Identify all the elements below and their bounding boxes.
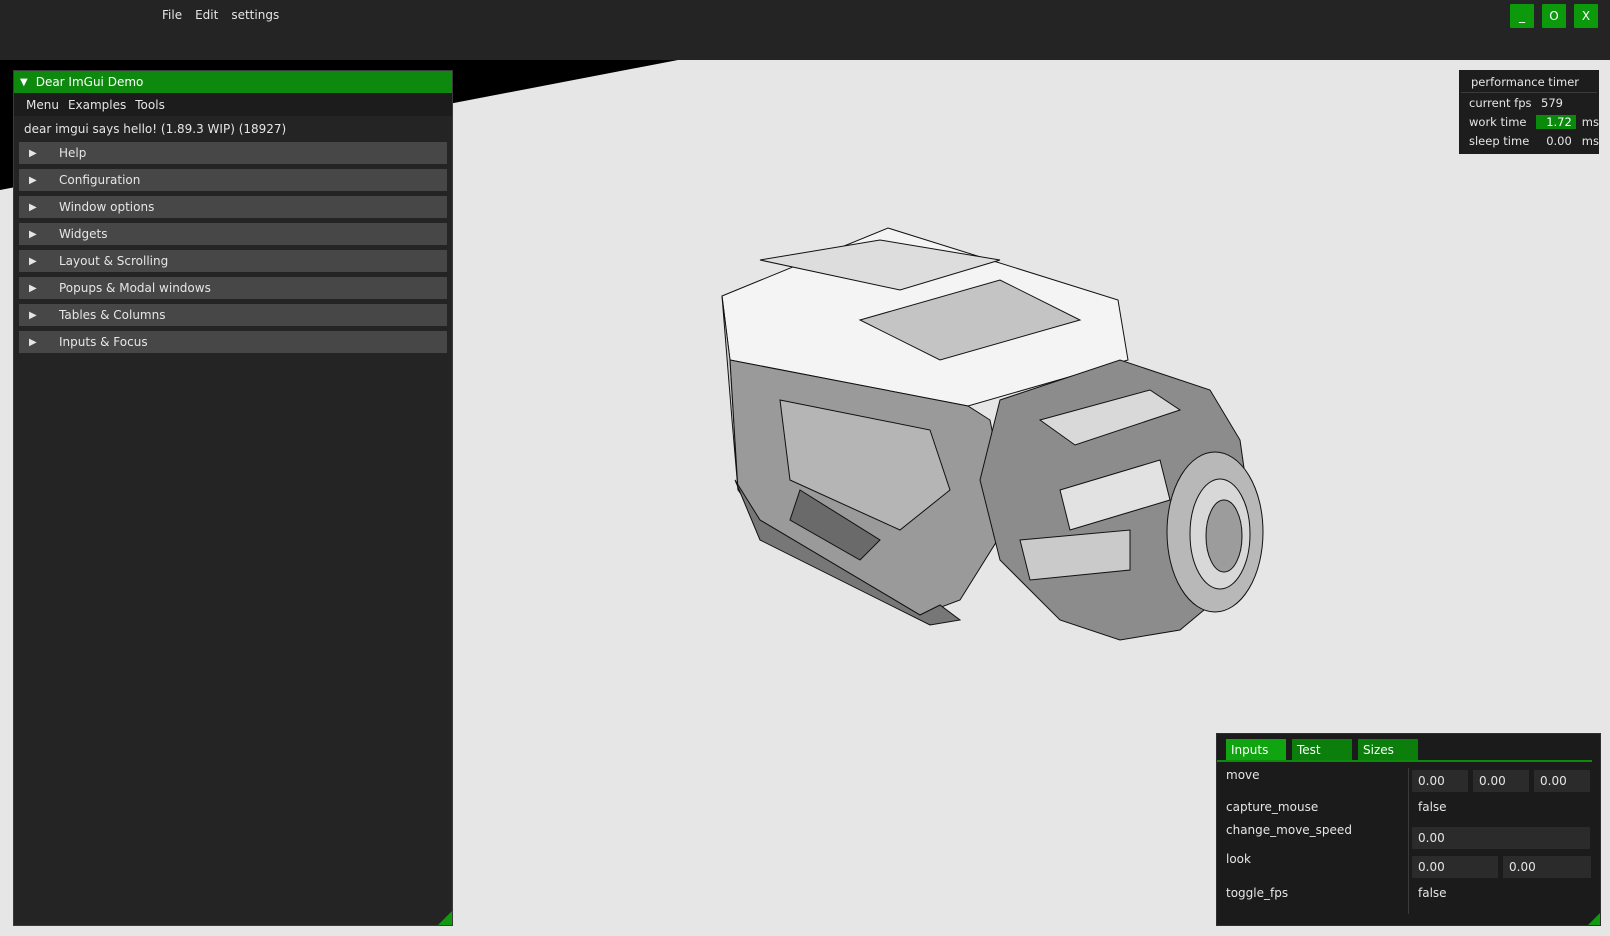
- toggle-fps-value[interactable]: false: [1412, 886, 1447, 900]
- demo-menu-bar: Menu Examples Tools: [14, 93, 452, 116]
- look-x-field[interactable]: 0.00: [1412, 856, 1498, 878]
- capture-mouse-row: capture_mouse false: [1226, 800, 1447, 814]
- sleep-time-unit: ms: [1581, 133, 1599, 148]
- resize-grip-icon[interactable]: [1588, 913, 1600, 925]
- look-row: look 0.00 0.00: [1226, 852, 1596, 878]
- sleep-time-value: 0.00: [1546, 133, 1572, 148]
- section-label: Inputs & Focus: [59, 335, 148, 349]
- section-inputs-focus[interactable]: ▶ Inputs & Focus: [19, 331, 447, 353]
- perf-title: performance timer: [1461, 70, 1597, 93]
- expand-arrow-icon: ▶: [29, 201, 37, 213]
- capture-mouse-label: capture_mouse: [1226, 800, 1319, 814]
- change-move-speed-row: change_move_speed 0.00: [1226, 823, 1595, 849]
- expand-arrow-icon: ▶: [29, 309, 37, 321]
- tab-test[interactable]: Test: [1292, 739, 1352, 760]
- section-label: Popups & Modal windows: [59, 281, 211, 295]
- menu-file[interactable]: File: [160, 8, 184, 22]
- move-label: move: [1226, 768, 1260, 782]
- expand-arrow-icon: ▶: [29, 174, 37, 186]
- section-popups-modal[interactable]: ▶ Popups & Modal windows: [19, 277, 447, 299]
- tab-sizes[interactable]: Sizes: [1358, 739, 1418, 760]
- section-label: Configuration: [59, 173, 141, 187]
- window-controls: _ O X: [1510, 4, 1598, 28]
- fps-value: 579: [1541, 95, 1563, 110]
- maximize-button[interactable]: O: [1542, 4, 1566, 28]
- collapse-triangle-icon[interactable]: ▼: [20, 77, 28, 88]
- move-x-field[interactable]: 0.00: [1412, 770, 1468, 792]
- demo-title: Dear ImGui Demo: [35, 75, 144, 89]
- look-y-field[interactable]: 0.00: [1503, 856, 1591, 878]
- main-menu-bar: File Edit settings: [160, 8, 281, 22]
- fps-label: current fps: [1469, 95, 1532, 110]
- section-configuration[interactable]: ▶ Configuration: [19, 169, 447, 191]
- work-time-value: 1.72: [1536, 114, 1576, 129]
- section-widgets[interactable]: ▶ Widgets: [19, 223, 447, 245]
- sleep-time-row: sleep time 0.00 ms: [1459, 131, 1599, 150]
- change-move-speed-field[interactable]: 0.00: [1412, 827, 1590, 849]
- demo-title-bar[interactable]: ▼ Dear ImGui Demo: [14, 71, 452, 93]
- expand-arrow-icon: ▶: [29, 336, 37, 348]
- work-time-unit: ms: [1581, 114, 1599, 129]
- toggle-fps-row: toggle_fps false: [1226, 886, 1447, 900]
- work-time-label: work time: [1469, 114, 1527, 129]
- section-help[interactable]: ▶ Help: [19, 142, 447, 164]
- imgui-demo-window: ▼ Dear ImGui Demo Menu Examples Tools de…: [13, 70, 453, 926]
- move-y-field[interactable]: 0.00: [1473, 770, 1529, 792]
- title-bar: File Edit settings _ O X: [0, 0, 1610, 60]
- close-button[interactable]: X: [1574, 4, 1598, 28]
- menu-edit[interactable]: Edit: [193, 8, 220, 22]
- resize-grip-icon[interactable]: [438, 911, 452, 925]
- demo-menu-examples[interactable]: Examples: [68, 98, 126, 112]
- expand-arrow-icon: ▶: [29, 228, 37, 240]
- tab-inputs[interactable]: Inputs: [1226, 739, 1286, 760]
- change-move-speed-label: change_move_speed: [1226, 823, 1352, 837]
- move-z-field[interactable]: 0.00: [1534, 770, 1590, 792]
- minimize-button[interactable]: _: [1510, 4, 1534, 28]
- move-row: move 0.00 0.00 0.00: [1226, 768, 1595, 792]
- section-layout-scrolling[interactable]: ▶ Layout & Scrolling: [19, 250, 447, 272]
- sleep-time-label: sleep time: [1469, 133, 1530, 148]
- section-label: Widgets: [59, 227, 108, 241]
- section-window-options[interactable]: ▶ Window options: [19, 196, 447, 218]
- look-label: look: [1226, 852, 1251, 866]
- demo-hello-text: dear imgui says hello! (1.89.3 WIP) (189…: [24, 122, 287, 136]
- demo-menu-tools[interactable]: Tools: [135, 98, 165, 112]
- menu-settings[interactable]: settings: [229, 8, 281, 22]
- expand-arrow-icon: ▶: [29, 282, 37, 294]
- section-label: Help: [59, 146, 87, 160]
- expand-arrow-icon: ▶: [29, 255, 37, 267]
- inputs-tab-bar: Inputs Test Sizes: [1217, 734, 1592, 762]
- section-label: Tables & Columns: [59, 308, 166, 322]
- section-label: Window options: [59, 200, 155, 214]
- toggle-fps-label: toggle_fps: [1226, 886, 1289, 900]
- section-tables-columns[interactable]: ▶ Tables & Columns: [19, 304, 447, 326]
- inputs-panel: Inputs Test Sizes move 0.00 0.00 0.00 ca…: [1216, 733, 1601, 926]
- section-label: Layout & Scrolling: [59, 254, 169, 268]
- demo-menu-menu[interactable]: Menu: [26, 98, 59, 112]
- expand-arrow-icon: ▶: [29, 147, 37, 159]
- fps-row: current fps 579: [1459, 93, 1599, 112]
- work-time-row: work time 1.72 ms: [1459, 112, 1599, 131]
- capture-mouse-value[interactable]: false: [1412, 800, 1447, 814]
- performance-timer-panel: performance timer current fps 579 work t…: [1459, 70, 1599, 154]
